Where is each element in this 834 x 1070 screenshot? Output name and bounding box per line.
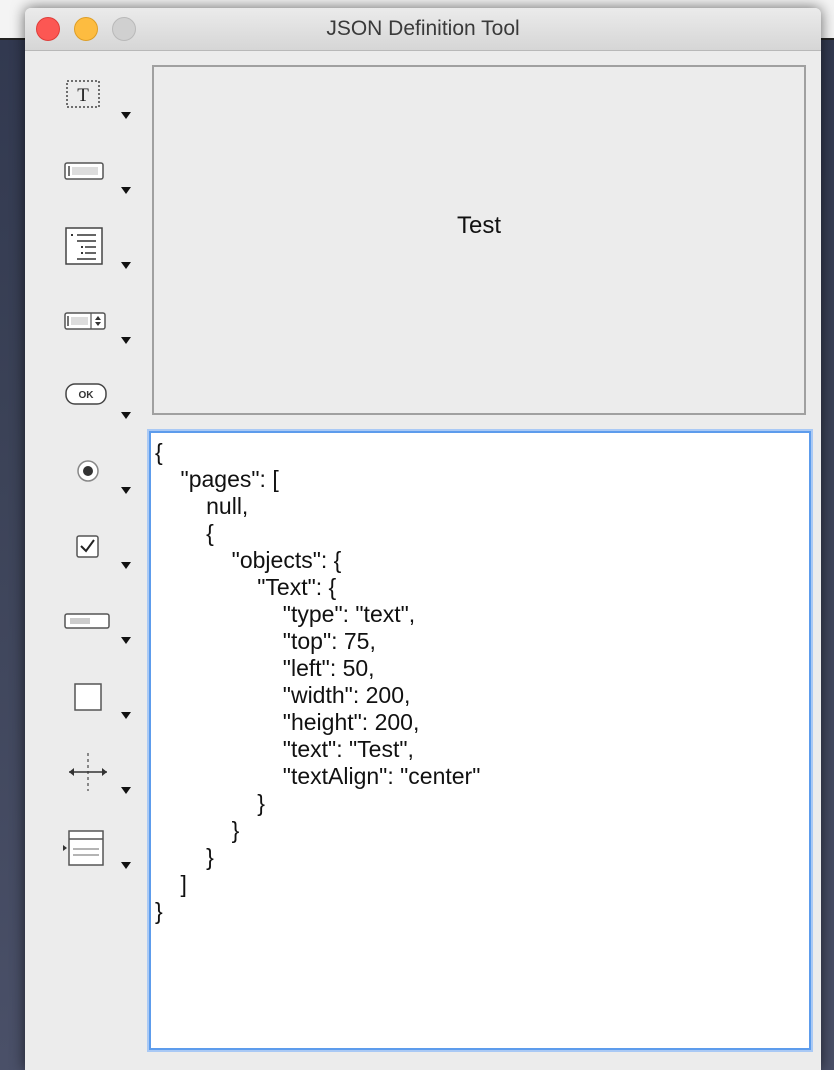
checkbox-icon — [76, 535, 99, 558]
text-field-tool[interactable]: T — [55, 76, 135, 136]
radio-button-tool[interactable] — [55, 451, 135, 511]
chevron-down-icon[interactable] — [121, 187, 131, 194]
input-field-icon — [64, 162, 104, 180]
stepper-field-tool[interactable] — [55, 301, 135, 361]
box-icon — [74, 683, 102, 711]
chevron-down-icon[interactable] — [121, 562, 131, 569]
window-title: JSON Definition Tool — [326, 17, 520, 40]
chevron-down-icon[interactable] — [121, 412, 131, 419]
slider-icon — [64, 613, 110, 629]
list-tool[interactable] — [55, 226, 135, 286]
preview-canvas[interactable]: Test — [152, 65, 806, 415]
chevron-down-icon[interactable] — [121, 112, 131, 119]
app-window: JSON Definition Tool T OK Test {"pages"… — [25, 8, 821, 1070]
checkbox-tool[interactable] — [55, 526, 135, 586]
radio-button-icon — [77, 460, 99, 482]
chevron-down-icon[interactable] — [121, 637, 131, 644]
panel-tool[interactable] — [55, 826, 135, 886]
title-bar[interactable]: JSON Definition Tool — [25, 8, 821, 51]
chevron-down-icon[interactable] — [121, 487, 131, 494]
svg-text:T: T — [77, 85, 89, 106]
box-tool[interactable] — [55, 676, 135, 736]
slider-tool[interactable] — [55, 601, 135, 661]
preview-text-object[interactable]: Test — [154, 212, 804, 240]
separator-icon — [69, 753, 107, 791]
chevron-down-icon[interactable] — [121, 712, 131, 719]
json-editor-content[interactable]: { "pages": [ null, { "objects": { "Text"… — [151, 433, 809, 925]
stepper-field-icon — [64, 312, 106, 330]
chevron-down-icon[interactable] — [121, 787, 131, 794]
chevron-down-icon[interactable] — [121, 337, 131, 344]
text-field-icon: T — [66, 80, 100, 108]
ok-button-icon: OK — [65, 383, 107, 405]
chevron-down-icon[interactable] — [121, 862, 131, 869]
separator-tool[interactable] — [55, 751, 135, 811]
chevron-down-icon[interactable] — [121, 262, 131, 269]
json-editor[interactable]: { "pages": [ null, { "objects": { "Text"… — [149, 431, 811, 1050]
input-field-tool[interactable] — [55, 151, 135, 211]
button-tool[interactable]: OK — [55, 376, 135, 436]
ok-button-label: OK — [79, 390, 95, 401]
panel-icon — [63, 830, 104, 866]
list-icon — [65, 227, 103, 265]
